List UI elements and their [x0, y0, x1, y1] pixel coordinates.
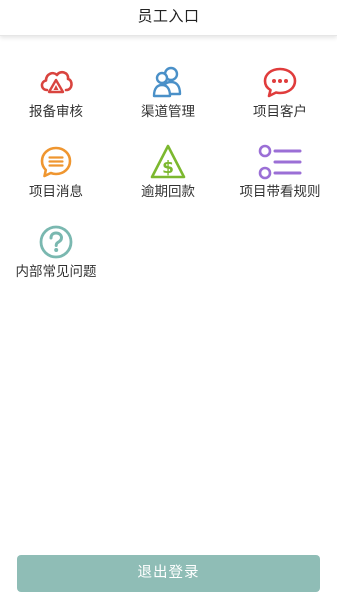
dollar-warning-icon: $ — [150, 144, 186, 180]
header-bar: 员工入口 — [0, 0, 337, 36]
help-circle-icon — [38, 224, 74, 260]
menu-item-label: 内部常见问题 — [15, 264, 97, 280]
menu-item-label: 渠道管理 — [141, 104, 195, 120]
menu-item-report-review[interactable]: 报备审核 — [0, 57, 112, 127]
menu-item-label: 项目带看规则 — [239, 184, 321, 200]
menu-item-label: 项目客户 — [253, 104, 307, 120]
menu-item-label: 报备审核 — [29, 104, 83, 120]
logout-button[interactable]: 退出登录 — [17, 555, 320, 592]
menu-item-label: 项目消息 — [29, 184, 83, 200]
menu-item-internal-faq[interactable]: 内部常见问题 — [0, 217, 112, 287]
users-icon — [150, 64, 186, 100]
message-icon — [38, 144, 74, 180]
menu-item-label: 逾期回款 — [141, 184, 195, 200]
menu-item-overdue-payment[interactable]: $ 逾期回款 — [112, 137, 224, 207]
menu-item-project-messages[interactable]: 项目消息 — [0, 137, 112, 207]
chat-bubble-icon — [262, 64, 298, 100]
page-title: 员工入口 — [137, 7, 200, 25]
list-icon — [258, 144, 302, 180]
svg-text:$: $ — [162, 158, 174, 178]
menu-item-channel-management[interactable]: 渠道管理 — [112, 57, 224, 127]
menu-item-viewing-rules[interactable]: 项目带看规则 — [224, 137, 336, 207]
menu-item-project-customers[interactable]: 项目客户 — [224, 57, 336, 127]
cloud-upload-icon — [38, 64, 74, 100]
